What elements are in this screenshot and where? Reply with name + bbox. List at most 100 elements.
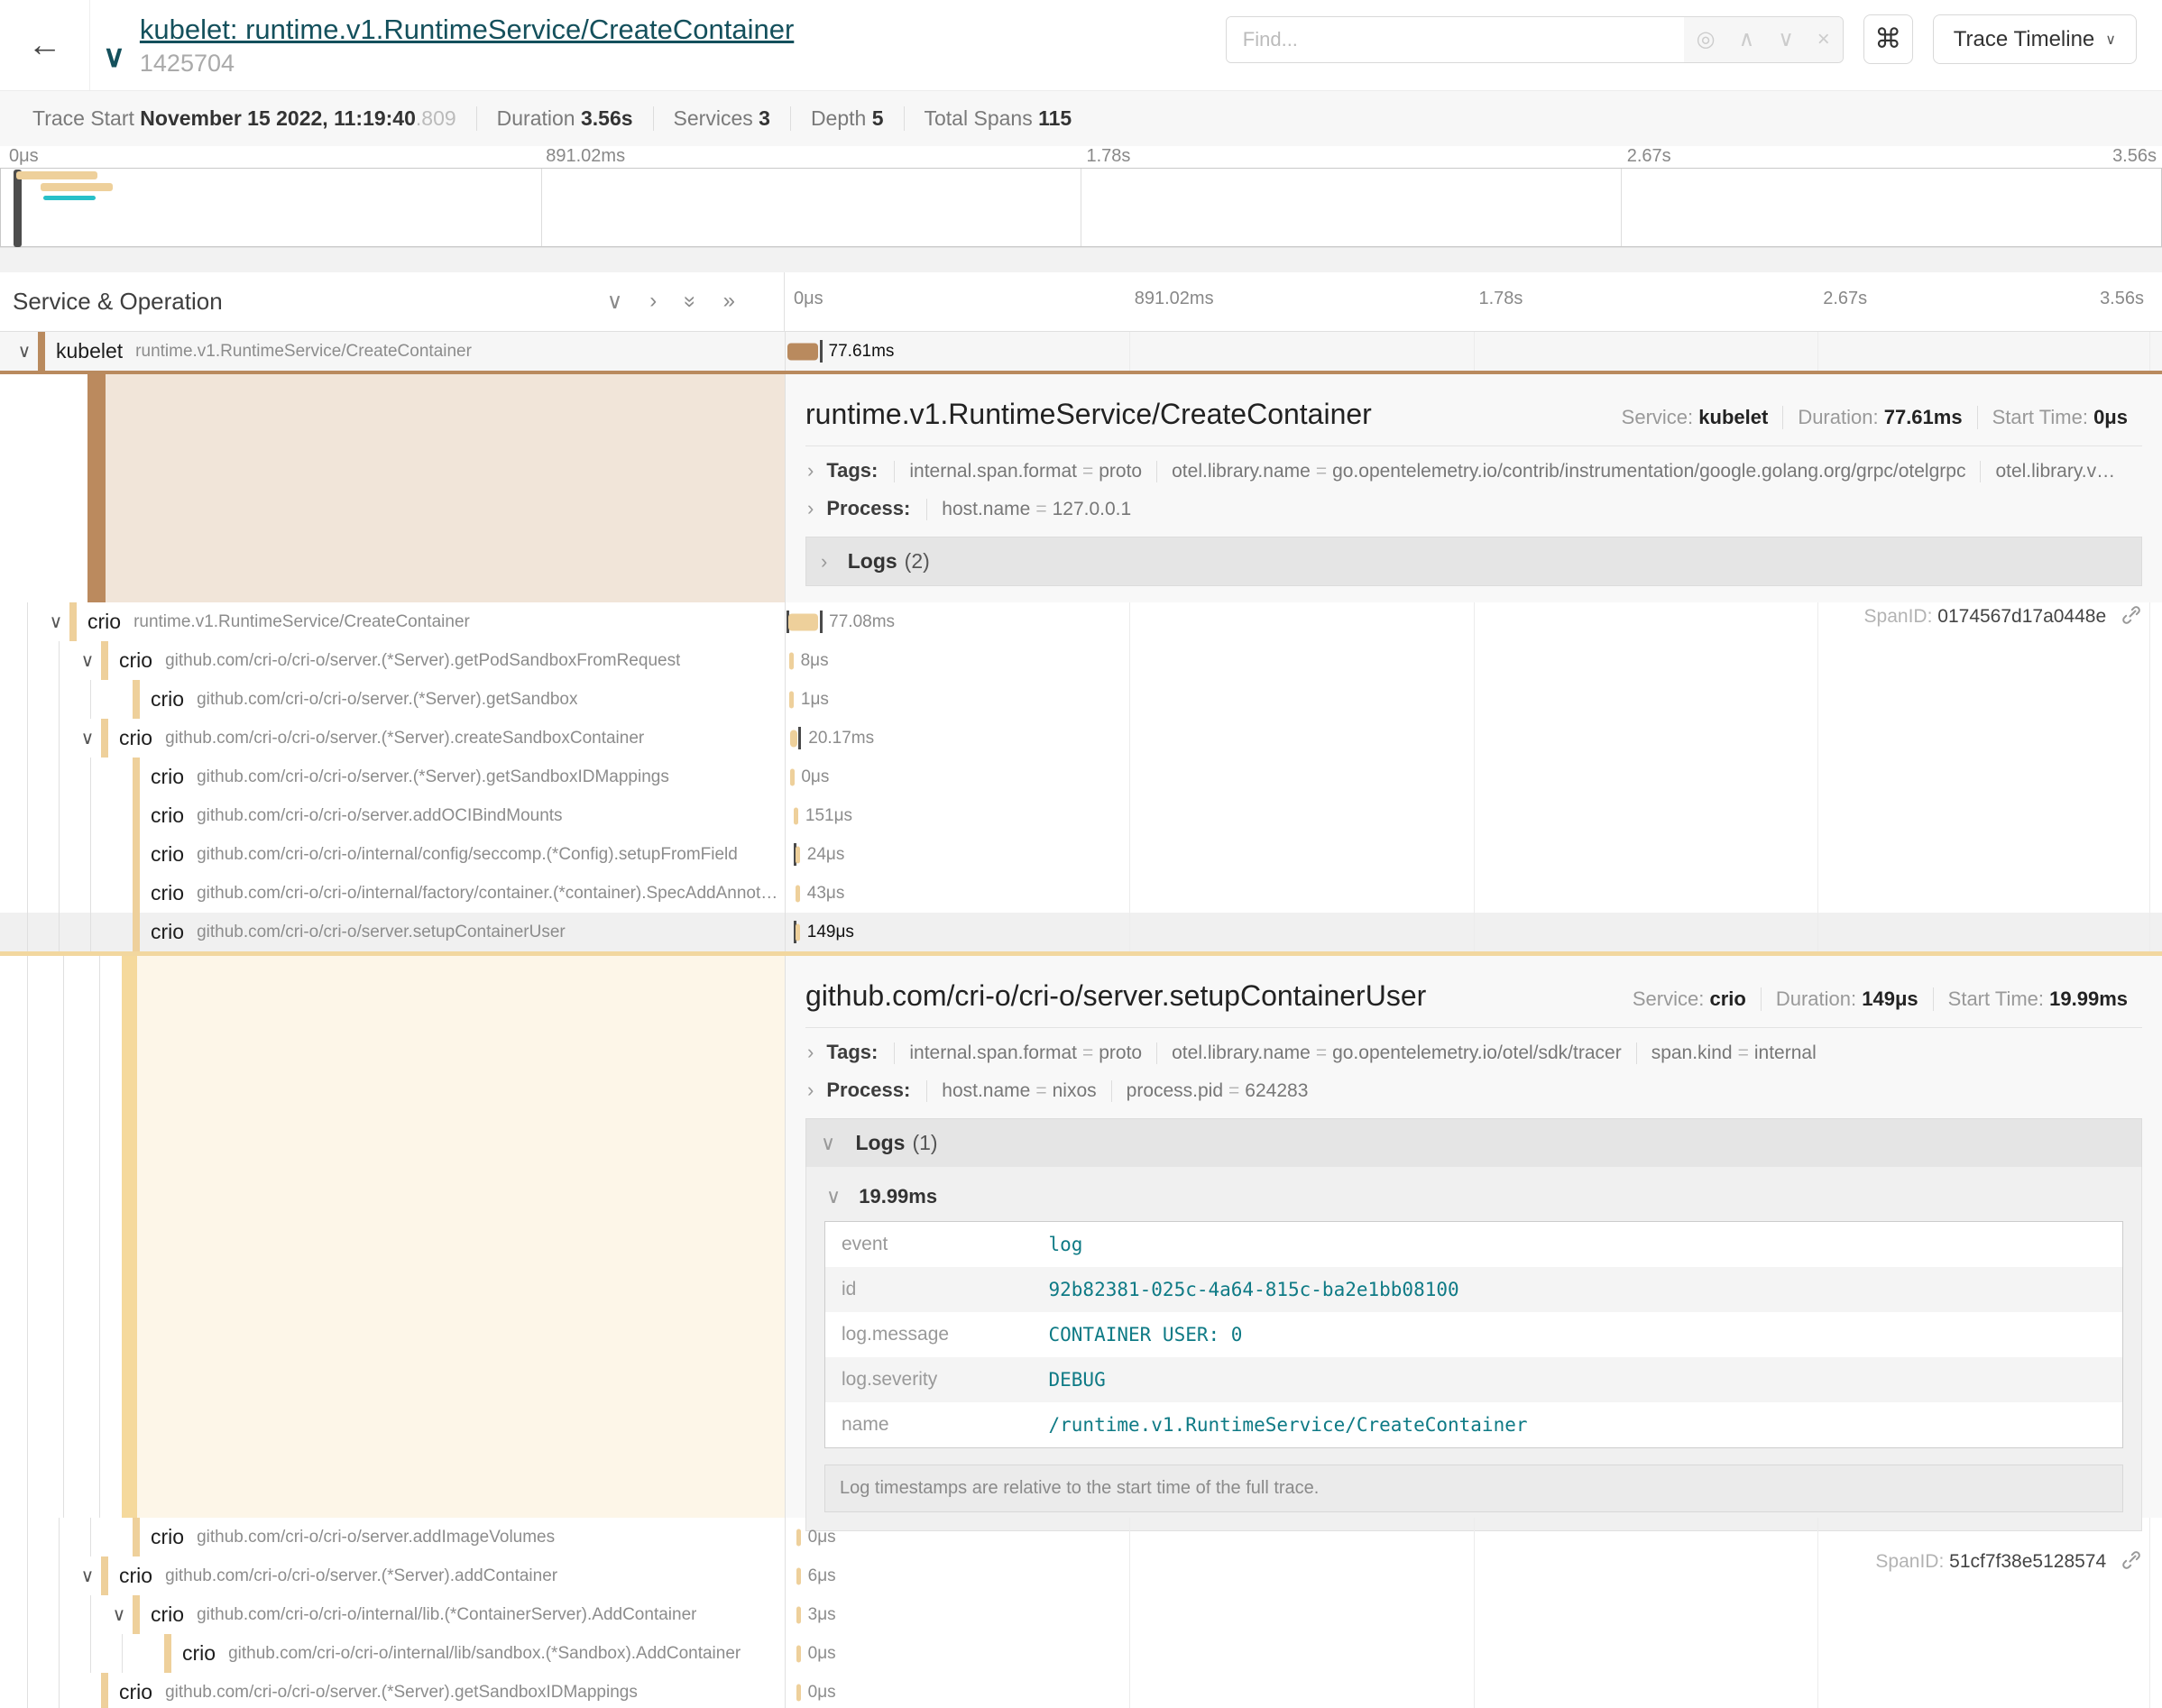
span-row[interactable]: ∨criogithub.com/cri-o/cri-o/internal/lib… [0, 1595, 2162, 1634]
span-row-timeline-cell[interactable]: 77.61ms [785, 332, 2162, 371]
span-row[interactable]: ∨criogithub.com/cri-o/cri-o/server.(*Ser… [0, 1556, 2162, 1595]
row-collapse-chevron-icon[interactable]: ∨ [74, 649, 101, 672]
trace-title-link[interactable]: kubelet: runtime.v1.RuntimeService/Creat… [140, 14, 794, 46]
find-input[interactable] [1227, 17, 1684, 62]
span-duration-bar[interactable] [796, 1606, 801, 1623]
span-duration-bar[interactable] [796, 923, 800, 941]
span-row-timeline-cell[interactable]: 3μs [785, 1595, 2162, 1634]
trace-collapse-chevron-icon[interactable]: ∨ [103, 39, 125, 75]
span-row-timeline-cell[interactable]: 1μs [785, 680, 2162, 719]
back-button[interactable]: ← [0, 0, 90, 90]
span-duration-label: 149μs [807, 923, 854, 942]
span-row-timeline-cell[interactable]: 0μs [785, 758, 2162, 796]
span-detail-panel: github.com/cri-o/cri-o/server.setupConta… [785, 956, 2162, 1518]
span-row[interactable]: ∨criogithub.com/cri-o/cri-o/server.(*Ser… [0, 641, 2162, 680]
span-row[interactable]: criogithub.com/cri-o/cri-o/server.addIma… [0, 1518, 2162, 1556]
depth-value: 5 [872, 106, 884, 130]
row-collapse-chevron-icon[interactable]: ∨ [74, 1565, 101, 1587]
indent-guide [11, 913, 42, 951]
start-time-label: Start Time: [1992, 406, 2088, 428]
span-duration-bar[interactable] [789, 691, 794, 708]
span-duration-bar[interactable] [796, 885, 800, 902]
row-collapse-chevron-icon[interactable]: ∨ [11, 340, 38, 363]
span-detail-meta: Service: kubelet Duration: 77.61ms Start… [1607, 406, 2142, 429]
indent-guide [74, 835, 106, 874]
chevron-right-icon: › [807, 497, 814, 520]
collapse-all-icon[interactable]: » [676, 296, 703, 308]
span-duration-label: 43μs [807, 884, 845, 904]
next-result-icon[interactable]: ∨ [1778, 26, 1794, 52]
span-row-timeline-cell[interactable]: 43μs [785, 874, 2162, 913]
locate-span-icon[interactable]: ◎ [1697, 26, 1716, 52]
service-name: crio [151, 1525, 184, 1549]
span-duration-label: 77.08ms [829, 612, 895, 632]
span-row[interactable]: criogithub.com/cri-o/cri-o/server.(*Serv… [0, 1673, 2162, 1708]
expand-one-icon[interactable]: › [649, 289, 657, 315]
span-row[interactable]: criogithub.com/cri-o/cri-o/server.setupC… [0, 913, 2162, 951]
span-duration-bar[interactable] [796, 846, 800, 863]
span-row-timeline-cell[interactable]: 0μs [785, 1634, 2162, 1673]
log-entry-toggle[interactable]: ∨ 19.99ms [826, 1185, 2123, 1208]
trace-minimap[interactable] [0, 168, 2162, 247]
span-duration-bar[interactable] [787, 343, 817, 360]
span-row[interactable]: ∨criogithub.com/cri-o/cri-o/server.(*Ser… [0, 719, 2162, 758]
clear-search-icon[interactable]: × [1817, 27, 1830, 52]
axis-tick: 891.02ms [540, 146, 625, 167]
span-row-timeline-cell[interactable]: 24μs [785, 835, 2162, 874]
span-row[interactable]: criogithub.com/cri-o/cri-o/internal/fact… [0, 874, 2162, 913]
logs-accordion[interactable]: ∨ Logs(1) [805, 1118, 2142, 1167]
keyboard-shortcuts-button[interactable]: ⌘ [1863, 14, 1913, 64]
operation-name: runtime.v1.RuntimeService/CreateContaine… [135, 342, 472, 362]
logs-accordion[interactable]: › Logs(2) [805, 537, 2142, 586]
span-duration-bar[interactable] [788, 613, 818, 630]
span-row[interactable]: ∨crioruntime.v1.RuntimeService/CreateCon… [0, 602, 2162, 641]
chevron-down-icon: ∨ [821, 1132, 835, 1154]
collapse-one-icon[interactable]: ∨ [607, 289, 623, 315]
span-row-timeline-cell[interactable]: 6μs [785, 1556, 2162, 1595]
span-row-timeline-cell[interactable]: 151μs [785, 796, 2162, 835]
span-duration-bar[interactable] [796, 1529, 801, 1546]
span-row-timeline-cell[interactable]: 77.08ms [785, 602, 2162, 641]
span-row-timeline-cell[interactable]: 8μs [785, 641, 2162, 680]
span-duration-label: 8μs [801, 651, 829, 671]
span-duration-bar[interactable] [796, 1645, 801, 1662]
row-collapse-chevron-icon[interactable]: ∨ [106, 1603, 133, 1626]
span-row[interactable]: criogithub.com/cri-o/cri-o/server.(*Serv… [0, 758, 2162, 796]
span-duration-bar[interactable] [790, 730, 798, 747]
span-row-timeline-cell[interactable]: 0μs [785, 1673, 2162, 1708]
indent-guide [42, 758, 74, 796]
tags-accordion[interactable]: › Tags: internal.span.format=proto otel.… [805, 1028, 2142, 1066]
row-collapse-chevron-icon[interactable]: ∨ [74, 727, 101, 749]
span-duration-bar[interactable] [789, 652, 794, 669]
span-row-timeline-cell[interactable]: 20.17ms [785, 719, 2162, 758]
prev-result-icon[interactable]: ∧ [1739, 26, 1755, 52]
span-row[interactable]: criogithub.com/cri-o/cri-o/server.(*Serv… [0, 680, 2162, 719]
service-name: crio [182, 1641, 216, 1666]
span-row-name-cell: ∨criogithub.com/cri-o/cri-o/internal/lib… [0, 1595, 785, 1634]
indent-guide [74, 1595, 106, 1634]
span-row[interactable]: criogithub.com/cri-o/cri-o/internal/lib/… [0, 1634, 2162, 1673]
span-duration-bar[interactable] [790, 768, 795, 785]
span-duration-bar[interactable] [794, 807, 798, 824]
span-duration-bar[interactable] [796, 1567, 801, 1584]
process-accordion[interactable]: › Process: host.name=127.0.0.1 [805, 484, 2142, 522]
span-row[interactable]: criogithub.com/cri-o/cri-o/internal/conf… [0, 835, 2162, 874]
tags-label: Tags: [826, 459, 878, 482]
span-row[interactable]: ∨ kubelet runtime.v1.RuntimeService/Create… [0, 332, 2162, 371]
expand-all-icon[interactable]: » [723, 289, 735, 315]
span-row-name-cell: criogithub.com/cri-o/cri-o/server.(*Serv… [0, 680, 785, 719]
row-collapse-chevron-icon[interactable]: ∨ [42, 611, 69, 633]
total-spans-label: Total Spans [925, 106, 1033, 130]
service-name: kubelet [56, 339, 123, 363]
tags-accordion[interactable]: › Tags: internal.span.format=proto otel.… [805, 446, 2142, 484]
span-row[interactable]: criogithub.com/cri-o/cri-o/server.addOCI… [0, 796, 2162, 835]
span-row-timeline-cell[interactable]: 0μs [785, 1518, 2162, 1556]
span-row-timeline-cell[interactable]: 149μs [785, 913, 2162, 951]
indent-guide [74, 1518, 106, 1556]
indent-guide [106, 1634, 137, 1673]
services-label: Services [674, 106, 753, 130]
service-color-bar [133, 1595, 140, 1634]
process-accordion[interactable]: › Process: host.name=nixos process.pid=6… [805, 1066, 2142, 1104]
trace-view-selector[interactable]: Trace Timeline ∨ [1933, 14, 2137, 64]
span-duration-bar[interactable] [796, 1684, 801, 1701]
